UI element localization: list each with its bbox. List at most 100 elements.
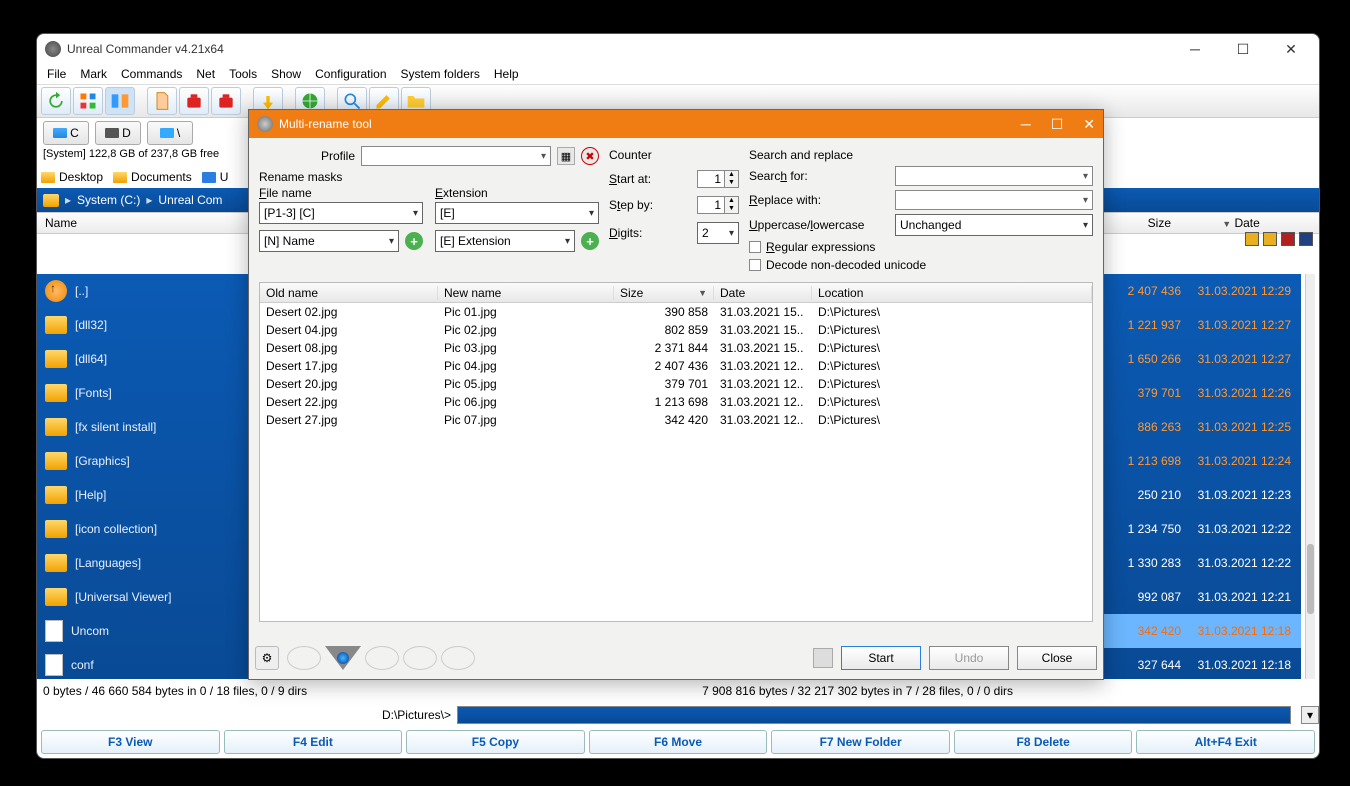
add-ext-token-button[interactable]: +	[581, 232, 599, 250]
dialog-minimize-icon[interactable]: ─	[1021, 116, 1031, 133]
menu-configuration[interactable]: Configuration	[315, 67, 386, 81]
list-item[interactable]: conf	[37, 648, 277, 679]
close-icon[interactable]: ✕	[1271, 41, 1311, 58]
menu-help[interactable]: Help	[494, 67, 519, 81]
list-item[interactable]: [Fonts]	[37, 376, 277, 410]
print-button[interactable]	[813, 648, 833, 668]
left-file-panel[interactable]: [..][dll32][dll64][Fonts][fx silent inst…	[37, 274, 277, 679]
list-item[interactable]: 250 21031.03.2021 12:23	[1091, 478, 1301, 512]
tab-u[interactable]: U	[202, 170, 229, 184]
table-row[interactable]: Desert 22.jpgPic 06.jpg1 213 69831.03.20…	[260, 393, 1092, 411]
decode-checkbox[interactable]: Decode non-decoded unicode	[749, 258, 1093, 272]
header-oldname[interactable]: Old name	[260, 286, 438, 300]
command-input[interactable]	[457, 706, 1291, 724]
profile-delete-button[interactable]: ✖	[581, 147, 599, 165]
panel-icon-2[interactable]	[1263, 232, 1277, 246]
fkey-alt-f4-exit[interactable]: Alt+F4 Exit	[1136, 730, 1315, 754]
tab-desktop[interactable]: Desktop	[41, 170, 103, 184]
start-at-spinner[interactable]: ▲▼	[697, 170, 739, 188]
list-item[interactable]: [Languages]	[37, 546, 277, 580]
list-item[interactable]: Uncom	[37, 614, 277, 648]
table-row[interactable]: Desert 04.jpgPic 02.jpg802 85931.03.2021…	[260, 321, 1092, 339]
step-by-input[interactable]	[697, 196, 725, 214]
panel-icon-4[interactable]	[1299, 232, 1313, 246]
bag2-button[interactable]	[211, 87, 241, 115]
regex-checkbox[interactable]: Regular expressions	[749, 240, 1093, 254]
list-item[interactable]: 327 64431.03.2021 12:18	[1091, 648, 1301, 682]
list-item[interactable]: 1 650 26631.03.2021 12:27	[1091, 342, 1301, 376]
header-newname[interactable]: New name	[438, 286, 614, 300]
list-item[interactable]: 1 213 69831.03.2021 12:24	[1091, 444, 1301, 478]
start-at-input[interactable]	[697, 170, 725, 188]
list-item[interactable]: 1 234 75031.03.2021 12:22	[1091, 512, 1301, 546]
menu-tools[interactable]: Tools	[229, 67, 257, 81]
panel-icon-1[interactable]	[1245, 232, 1259, 246]
header-size-col[interactable]: Size▼	[614, 286, 714, 300]
dialog-maximize-icon[interactable]: ☐	[1051, 116, 1064, 133]
table-row[interactable]: Desert 27.jpgPic 07.jpg342 42031.03.2021…	[260, 411, 1092, 429]
breadcrumb-a[interactable]: System (C:)	[77, 193, 140, 207]
profile-save-button[interactable]: ▦	[557, 147, 575, 165]
bag1-button[interactable]	[179, 87, 209, 115]
list-item[interactable]: 1 221 93731.03.2021 12:27	[1091, 308, 1301, 342]
list-item[interactable]: 886 26331.03.2021 12:25	[1091, 410, 1301, 444]
table-row[interactable]: Desert 17.jpgPic 04.jpg2 407 43631.03.20…	[260, 357, 1092, 375]
filename-input[interactable]: [P1-3] [C]	[259, 202, 423, 224]
view-dual-button[interactable]	[105, 87, 135, 115]
list-item[interactable]: [icon collection]	[37, 512, 277, 546]
menu-commands[interactable]: Commands	[121, 67, 182, 81]
replace-with-input[interactable]	[895, 190, 1093, 210]
preview-grid[interactable]: Old name New name Size▼ Date Location De…	[259, 282, 1093, 622]
scrollbar[interactable]	[1305, 274, 1315, 679]
menu-system-folders[interactable]: System folders	[401, 67, 480, 81]
command-dropdown[interactable]: ▾	[1301, 706, 1319, 724]
grid-header[interactable]: Old name New name Size▼ Date Location	[260, 283, 1092, 303]
fkey-f4-edit[interactable]: F4 Edit	[224, 730, 403, 754]
panel-icon-3[interactable]	[1281, 232, 1295, 246]
table-row[interactable]: Desert 08.jpgPic 03.jpg2 371 84431.03.20…	[260, 339, 1092, 357]
header-date-col[interactable]: Date	[714, 286, 812, 300]
start-button[interactable]: Start	[841, 646, 921, 670]
list-item[interactable]: 992 08731.03.2021 12:21	[1091, 580, 1301, 614]
table-row[interactable]: Desert 02.jpgPic 01.jpg390 85831.03.2021…	[260, 303, 1092, 321]
scrollbar-thumb[interactable]	[1307, 544, 1314, 614]
menu-show[interactable]: Show	[271, 67, 301, 81]
fkey-f8-delete[interactable]: F8 Delete	[954, 730, 1133, 754]
list-item[interactable]: [Graphics]	[37, 444, 277, 478]
menu-file[interactable]: File	[47, 67, 66, 81]
list-item[interactable]: [Help]	[37, 478, 277, 512]
list-item[interactable]: 2 407 43631.03.2021 12:29	[1091, 274, 1301, 308]
maximize-icon[interactable]: ☐	[1223, 41, 1263, 58]
drive-network-button[interactable]: \	[147, 121, 193, 145]
undo-button[interactable]: Undo	[929, 646, 1009, 670]
list-item[interactable]: [dll32]	[37, 308, 277, 342]
name-token-combo[interactable]: [N] Name	[259, 230, 399, 252]
profile-combo[interactable]	[361, 146, 551, 166]
menu-net[interactable]: Net	[196, 67, 215, 81]
list-item[interactable]: [dll64]	[37, 342, 277, 376]
list-item[interactable]: [..]	[37, 274, 277, 308]
menu-mark[interactable]: Mark	[80, 67, 107, 81]
list-item[interactable]: 342 42031.03.2021 12:18	[1091, 614, 1301, 648]
document-button[interactable]	[147, 87, 177, 115]
table-row[interactable]: Desert 20.jpgPic 05.jpg379 70131.03.2021…	[260, 375, 1092, 393]
settings-button[interactable]: ⚙	[255, 646, 279, 670]
header-location[interactable]: Location	[812, 286, 1092, 300]
breadcrumb-b[interactable]: Unreal Com	[158, 193, 222, 207]
ext-token-combo[interactable]: [E] Extension	[435, 230, 575, 252]
fkey-f6-move[interactable]: F6 Move	[589, 730, 768, 754]
fkey-f3-view[interactable]: F3 View	[41, 730, 220, 754]
fkey-f7-new-folder[interactable]: F7 New Folder	[771, 730, 950, 754]
close-button[interactable]: Close	[1017, 646, 1097, 670]
dialog-close-icon[interactable]: ✕	[1083, 116, 1095, 133]
search-for-input[interactable]	[895, 166, 1093, 186]
list-item[interactable]: [Universal Viewer]	[37, 580, 277, 614]
fkey-f5-copy[interactable]: F5 Copy	[406, 730, 585, 754]
tab-documents[interactable]: Documents	[113, 170, 192, 184]
step-by-spinner[interactable]: ▲▼	[697, 196, 739, 214]
list-item[interactable]: [fx silent install]	[37, 410, 277, 444]
drive-d-button[interactable]: D	[95, 121, 141, 145]
minimize-icon[interactable]: ─	[1175, 41, 1215, 58]
view-grid-button[interactable]	[73, 87, 103, 115]
list-item[interactable]: 379 70131.03.2021 12:26	[1091, 376, 1301, 410]
